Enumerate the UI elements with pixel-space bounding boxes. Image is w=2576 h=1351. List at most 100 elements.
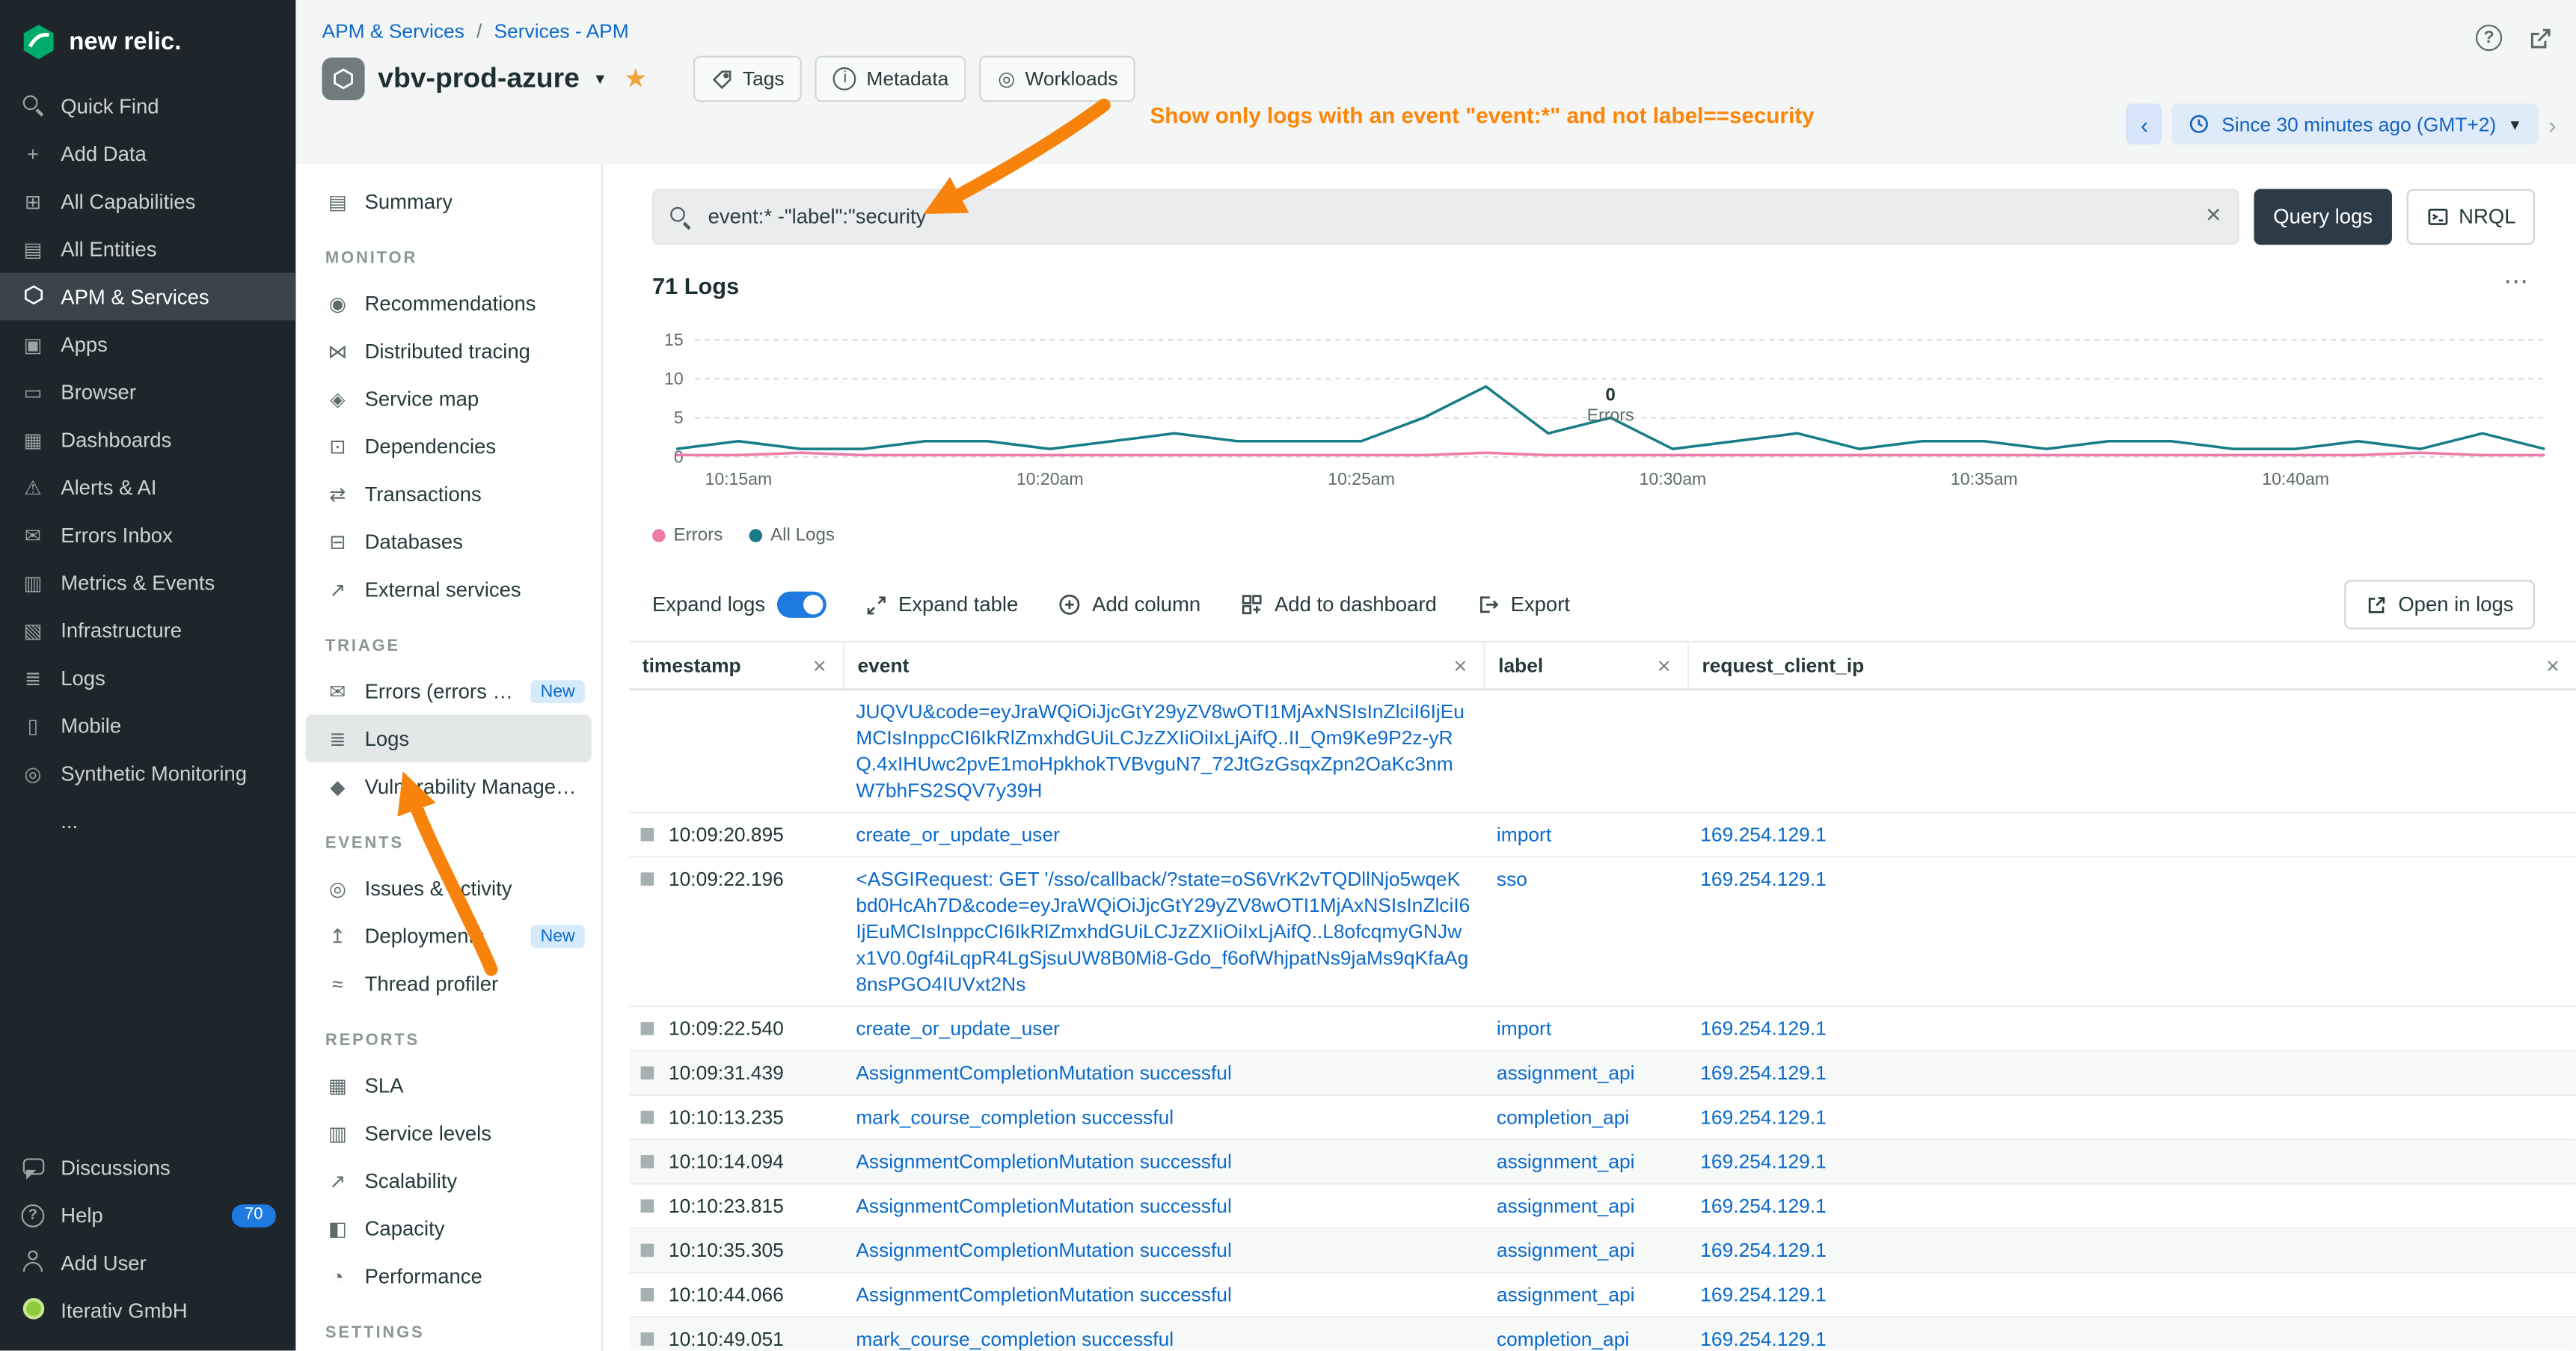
subnav-item-service-map[interactable]: ◈Service map [295, 375, 601, 423]
label-link[interactable]: assignment_api [1497, 1283, 1635, 1306]
subnav-item-vulnerability-management[interactable]: ◆Vulnerability Management [295, 762, 601, 810]
event-link[interactable]: mark_course_completion successful [856, 1328, 1174, 1351]
sidebar-footer-item-discussions[interactable]: Discussions [0, 1144, 295, 1192]
sidebar-item-infrastructure[interactable]: ▧Infrastructure [0, 606, 295, 654]
legend-item-errors[interactable]: Errors [652, 526, 723, 545]
ip-link[interactable]: 169.254.129.1 [1700, 1062, 1827, 1085]
expand-table-button[interactable]: Expand table [865, 593, 1018, 616]
clear-query-icon[interactable]: × [2206, 202, 2221, 232]
remove-column-icon[interactable]: × [1657, 652, 1671, 678]
help-circle-icon[interactable]: ? [2476, 25, 2502, 51]
row-select-icon[interactable] [641, 872, 654, 886]
label-link[interactable]: assignment_api [1497, 1239, 1635, 1262]
label-link[interactable]: assignment_api [1497, 1150, 1635, 1173]
sidebar-item-alerts-ai[interactable]: ⚠Alerts & AI [0, 463, 295, 511]
event-link[interactable]: create_or_update_user [856, 823, 1060, 846]
more-options-icon[interactable]: ⋯ [2503, 266, 2530, 296]
table-row[interactable]: 10:10:14.094AssignmentCompletionMutation… [629, 1140, 2576, 1184]
event-link[interactable]: AssignmentCompletionMutation successful [856, 1239, 1231, 1262]
ip-link[interactable]: 169.254.129.1 [1700, 1106, 1827, 1129]
ip-link[interactable]: 169.254.129.1 [1700, 1239, 1827, 1262]
ip-link[interactable]: 169.254.129.1 [1700, 1195, 1827, 1218]
column-header-request-client-ip[interactable]: request_client_ip × [1687, 643, 2576, 688]
table-row[interactable]: 10:10:35.305AssignmentCompletionMutation… [629, 1229, 2576, 1273]
subnav-item-recommendations[interactable]: ◉Recommendations [295, 279, 601, 327]
event-link[interactable]: AssignmentCompletionMutation successful [856, 1283, 1231, 1306]
ip-link[interactable]: 169.254.129.1 [1700, 1328, 1827, 1351]
breadcrumb-apm-services[interactable]: APM & Services [322, 19, 464, 43]
subnav-item-service-levels[interactable]: ▥Service levels [295, 1109, 601, 1157]
open-in-logs-button[interactable]: Open in logs [2344, 580, 2535, 629]
row-select-icon[interactable] [641, 828, 654, 842]
row-select-icon[interactable] [641, 1244, 654, 1257]
nrql-button[interactable]: NRQL [2407, 189, 2535, 245]
table-row[interactable]: 10:10:23.815AssignmentCompletionMutation… [629, 1185, 2576, 1229]
label-link[interactable]: assignment_api [1497, 1195, 1635, 1218]
row-select-icon[interactable] [641, 1066, 654, 1079]
add-to-dashboard-button[interactable]: Add to dashboard [1240, 593, 1437, 616]
event-link[interactable]: AssignmentCompletionMutation successful [856, 1195, 1231, 1218]
subnav-item-capacity[interactable]: ◧Capacity [295, 1204, 601, 1252]
label-link[interactable]: completion_api [1497, 1106, 1629, 1129]
label-link[interactable]: import [1497, 1017, 1551, 1041]
sidebar-item-all-capabilities[interactable]: ⊞All Capabilities [0, 177, 295, 225]
table-row[interactable]: JUQVU&code=eyJraWQiOiJjcGtY29yZV8wOTI1Mj… [629, 690, 2576, 813]
time-picker[interactable]: Since 30 minutes ago (GMT+2) ▼ [2172, 103, 2539, 144]
table-row[interactable]: 10:09:22.540create_or_update_userimport1… [629, 1007, 2576, 1051]
subnav-item-errors-errors-inb[interactable]: ✉Errors (errors inb...New [295, 667, 601, 715]
event-link[interactable]: create_or_update_user [856, 1017, 1060, 1041]
sidebar-item-metrics-events[interactable]: ▥Metrics & Events [0, 559, 295, 607]
add-column-button[interactable]: Add column [1058, 593, 1200, 616]
time-forward-button[interactable]: › [2548, 111, 2556, 137]
subnav-item-databases[interactable]: ⊟Databases [295, 518, 601, 566]
sidebar-item-errors-inbox[interactable]: ✉Errors Inbox [0, 511, 295, 559]
table-row[interactable]: 10:10:49.051mark_course_completion succe… [629, 1318, 2576, 1351]
remove-column-icon[interactable]: × [1453, 652, 1467, 678]
row-select-icon[interactable] [641, 1332, 654, 1346]
sidebar-item-synthetic-monitoring[interactable]: ◎Synthetic Monitoring [0, 750, 295, 797]
query-logs-button[interactable]: Query logs [2254, 189, 2391, 245]
sidebar-footer-item-add-user[interactable]: Add User [0, 1239, 295, 1287]
subnav-item-issues-activity[interactable]: ◎Issues & activity [295, 864, 601, 912]
subnav-item-sla[interactable]: ▦SLA [295, 1062, 601, 1109]
subnav-item-performance[interactable]: ◔Performance [295, 1252, 601, 1300]
subnav-item-logs[interactable]: ≣Logs [306, 714, 592, 762]
breadcrumb-services-apm[interactable]: Services - APM [494, 19, 629, 43]
ip-link[interactable]: 169.254.129.1 [1700, 868, 1827, 891]
subnav-item-distributed-tracing[interactable]: ⋈Distributed tracing [295, 327, 601, 375]
entity-dropdown-caret-icon[interactable]: ▼ [592, 70, 607, 87]
subnav-item-scalability[interactable]: ↗Scalability [295, 1157, 601, 1204]
sidebar-footer-item-iterativ-gmbh[interactable]: Iterativ GmbH [0, 1287, 295, 1335]
time-back-button[interactable]: ‹ [2126, 103, 2162, 144]
export-button[interactable]: Export [1476, 593, 1570, 616]
row-select-icon[interactable] [641, 1199, 654, 1213]
event-link[interactable]: mark_course_completion successful [856, 1106, 1174, 1129]
sidebar-footer-item-help[interactable]: ?Help70 [0, 1191, 295, 1239]
sidebar-item-apm-services[interactable]: APM & Services [0, 273, 295, 321]
tags-button[interactable]: Tags [693, 56, 803, 102]
subnav-item-dependencies[interactable]: ⊡Dependencies [295, 422, 601, 470]
event-link[interactable]: AssignmentCompletionMutation successful [856, 1150, 1231, 1173]
metadata-button[interactable]: iMetadata [815, 56, 966, 102]
subnav-item-external-services[interactable]: ↗External services [295, 566, 601, 613]
row-select-icon[interactable] [641, 1155, 654, 1168]
table-row[interactable]: 10:09:22.196<ASGIRequest: GET '/sso/call… [629, 858, 2576, 1008]
log-query-box[interactable]: × [652, 189, 2239, 245]
table-row[interactable]: 10:10:44.066AssignmentCompletionMutation… [629, 1273, 2576, 1317]
legend-item-all-logs[interactable]: All Logs [749, 526, 835, 545]
workloads-button[interactable]: ◎Workloads [980, 56, 1136, 102]
sidebar-item-quick-find[interactable]: Quick Find [0, 82, 295, 130]
event-link[interactable]: AssignmentCompletionMutation successful [856, 1062, 1231, 1085]
sidebar-item-browser[interactable]: ▭Browser [0, 368, 295, 416]
event-link[interactable]: JUQVU&code=eyJraWQiOiJjcGtY29yZV8wOTI1Mj… [856, 700, 1465, 802]
remove-column-icon[interactable]: × [813, 652, 827, 678]
subnav-item-summary[interactable]: ▤Summary [295, 177, 601, 225]
sidebar-item-apps[interactable]: ▣Apps [0, 320, 295, 368]
event-link[interactable]: <ASGIRequest: GET '/sso/callback/?state=… [856, 868, 1470, 996]
ip-link[interactable]: 169.254.129.1 [1700, 1283, 1827, 1306]
row-select-icon[interactable] [641, 1111, 654, 1124]
sidebar-item-mobile[interactable]: ▯Mobile [0, 702, 295, 750]
link-icon[interactable] [2528, 25, 2553, 50]
label-link[interactable]: import [1497, 823, 1551, 846]
sidebar-item-logs[interactable]: ≣Logs [0, 654, 295, 702]
